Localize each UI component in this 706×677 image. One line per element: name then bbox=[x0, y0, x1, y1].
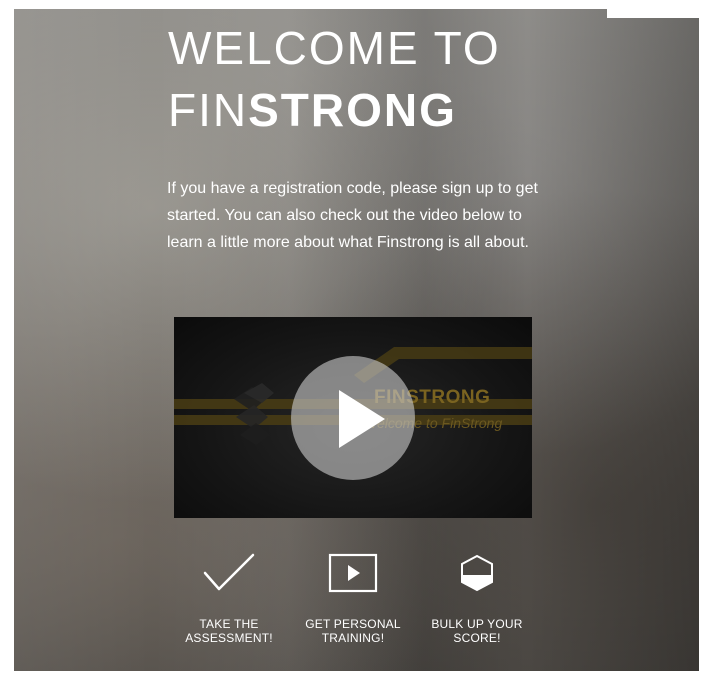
feature-training-label: GET PERSONAL TRAINING! bbox=[288, 617, 418, 645]
title-strong: STRONG bbox=[248, 84, 457, 136]
feature-assessment-line-1: TAKE THE bbox=[199, 617, 259, 631]
intro-text: If you have a registration code, please … bbox=[167, 180, 538, 251]
feature-score-label: BULK UP YOUR SCORE! bbox=[412, 617, 542, 645]
play-button[interactable] bbox=[291, 356, 415, 480]
top-right-border bbox=[607, 9, 699, 18]
feature-assessment-label: TAKE THE ASSESSMENT! bbox=[164, 617, 294, 645]
feature-training[interactable]: GET PERSONAL TRAINING! bbox=[288, 551, 418, 645]
feature-score-line-1: BULK UP YOUR bbox=[431, 617, 523, 631]
checkmark-icon bbox=[203, 553, 255, 591]
feature-assessment-line-2: ASSESSMENT! bbox=[185, 631, 273, 645]
hexagon-icon bbox=[461, 554, 493, 592]
feature-score-line-2: SCORE! bbox=[453, 631, 501, 645]
intro-video[interactable]: FINSTRONG Welcome to FinStrong bbox=[174, 317, 532, 518]
feature-training-line-2: TRAINING! bbox=[321, 631, 385, 645]
feature-score[interactable]: BULK UP YOUR SCORE! bbox=[412, 551, 542, 645]
play-icon bbox=[339, 390, 385, 448]
page-title: WELCOME TO FINSTRONG bbox=[168, 25, 501, 133]
logo-mark-icon bbox=[234, 383, 274, 445]
title-line-1: WELCOME TO bbox=[168, 22, 501, 74]
title-line-2: FINSTRONG bbox=[168, 87, 501, 133]
feature-training-line-1: GET PERSONAL bbox=[305, 617, 401, 631]
video-play-icon bbox=[328, 553, 378, 593]
welcome-screen: WELCOME TO FINSTRONG If you have a regis… bbox=[14, 9, 699, 671]
title-fin: FIN bbox=[168, 84, 249, 136]
feature-assessment[interactable]: TAKE THE ASSESSMENT! bbox=[164, 551, 294, 645]
